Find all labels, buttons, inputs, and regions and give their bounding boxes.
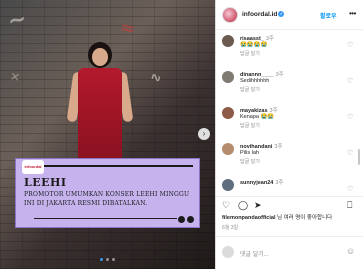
comment-username[interactable]: novihandani 3주 — [240, 142, 283, 150]
avatar[interactable] — [222, 7, 238, 23]
brand-logo: infoordal — [22, 160, 44, 174]
next-slide-button[interactable]: › — [198, 128, 210, 140]
reply-link[interactable]: 답글 달기 — [240, 158, 260, 165]
brand-logo-text: infoordal — [24, 164, 42, 169]
comment-text: Kenapa 😭😭 — [240, 114, 275, 120]
post-date: 6월 3일 — [222, 225, 239, 231]
card-dots-decoration — [178, 216, 194, 223]
comment-username[interactable]: sunnyjean24 3주 — [240, 178, 283, 186]
reply-link[interactable]: 답글 달기 — [240, 122, 260, 129]
comment-input[interactable]: 댓글 달기... — [240, 249, 269, 258]
heart-icon[interactable]: ♡ — [347, 185, 353, 191]
post-media[interactable]: ~ ≈ ∿ ✕ LEEHI PROMOTOR UMUMKAN KONSER LE… — [0, 0, 215, 269]
heart-icon[interactable]: ♡ — [347, 41, 353, 49]
carousel-dot-active — [100, 258, 103, 261]
action-bar: ♡ ◯ ➤ ⎕ — [216, 196, 363, 212]
send-icon[interactable]: ➤ — [254, 201, 262, 210]
comment-item: novihandani 3주 Pilis lah 답글 달기 ♡ — [216, 139, 356, 169]
avatar — [222, 246, 234, 258]
comment-item: risaasst_ 3주 😭😭😭😭 답글 달기 ♡ — [216, 31, 356, 61]
comment-list[interactable]: risaasst_ 3주 😭😭😭😭 답글 달기 ♡ dinannn____ 3주 S… — [216, 31, 363, 191]
add-comment-bar: 댓글 달기... ☺ — [216, 236, 363, 269]
smiley-icon[interactable]: ☺ — [346, 246, 355, 256]
verified-badge-icon: ✓ — [278, 11, 285, 18]
heart-icon[interactable]: ♡ — [347, 77, 353, 85]
carousel-dot — [106, 258, 109, 261]
graffiti-mark: ≈ — [118, 17, 137, 40]
username-link[interactable]: infoordal.id ✓ — [242, 11, 285, 18]
heart-icon[interactable]: ♡ — [347, 113, 353, 121]
card-text: PROMOTOR UMUMKAN KONSER LEEHI MINGGU INI… — [24, 191, 190, 207]
card-divider — [34, 165, 193, 167]
reply-link[interactable]: 답글 달기 — [240, 50, 260, 57]
comment-item: sunnyjean24 3주 ♡ — [216, 175, 356, 191]
reply-link[interactable]: 답글 달기 — [240, 86, 260, 93]
heart-icon[interactable]: ♡ — [222, 201, 230, 210]
comment-text: Pilis lah — [240, 150, 259, 156]
follow-button[interactable]: 팔로우 — [320, 11, 337, 20]
comment-icon[interactable]: ◯ — [238, 201, 248, 210]
more-horizontal-icon[interactable]: ••• — [349, 9, 356, 18]
bookmark-icon[interactable]: ⎕ — [347, 201, 352, 210]
heart-icon[interactable]: ♡ — [347, 149, 353, 157]
card-title: LEEHI — [24, 176, 67, 189]
avatar[interactable] — [222, 143, 234, 155]
chevron-right-icon: › — [202, 129, 206, 138]
comment-username[interactable]: dinannn____ 3주 — [240, 70, 284, 78]
carousel-dot — [112, 258, 115, 261]
avatar[interactable] — [222, 71, 234, 83]
likes-summary[interactable]: filemonpandaofficial 님 여러 명이 좋아합니다 — [222, 213, 332, 221]
post-detail-panel: infoordal.id ✓ 팔로우 ••• risaasst_ 3주 😭😭😭😭 답… — [215, 0, 363, 269]
avatar[interactable] — [222, 179, 234, 191]
comment-text: 😭😭😭😭 — [240, 42, 268, 48]
post-header: infoordal.id ✓ 팔로우 ••• — [216, 0, 363, 30]
scrollbar[interactable] — [358, 149, 360, 165]
avatar[interactable] — [222, 35, 234, 47]
carousel-indicator — [100, 258, 115, 261]
avatar[interactable] — [222, 107, 234, 119]
comment-item: mayakizas 3주 Kenapa 😭😭 답글 달기 ♡ — [216, 103, 356, 133]
comment-item: dinannn____ 3주 Sedihhhhhh 답글 달기 ♡ — [216, 67, 356, 97]
comment-username[interactable]: risaasst_ 3주 — [240, 34, 274, 42]
card-divider — [34, 217, 177, 219]
comment-username[interactable]: mayakizas 3주 — [240, 106, 278, 114]
graffiti-mark: ∿ — [149, 69, 163, 87]
comment-text: Sedihhhhhh — [240, 78, 270, 84]
